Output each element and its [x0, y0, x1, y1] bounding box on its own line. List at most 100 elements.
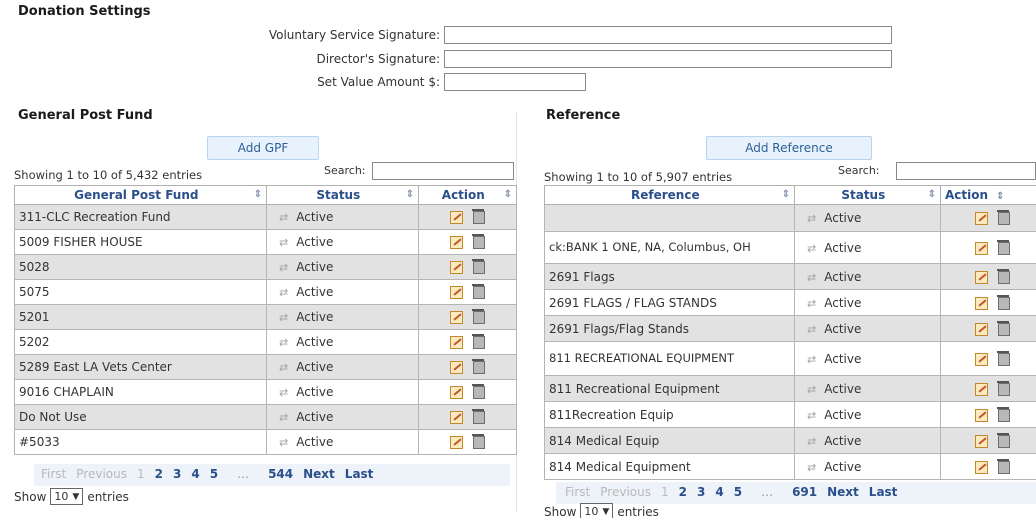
edit-icon[interactable]	[975, 382, 988, 396]
ref-col-name[interactable]: Reference ⇕	[544, 185, 795, 205]
pager-page-3[interactable]: 3	[168, 467, 186, 481]
gpf-col-name[interactable]: General Post Fund ⇕	[14, 185, 267, 205]
edit-icon[interactable]	[450, 336, 463, 349]
swap-arrow-icon[interactable]: ⇄	[279, 311, 288, 324]
swap-arrow-icon[interactable]: ⇄	[279, 211, 288, 224]
pager-page-4[interactable]: 4	[710, 485, 728, 499]
trash-icon[interactable]	[472, 334, 485, 349]
pager-last-page[interactable]: 544	[263, 467, 298, 481]
swap-arrow-icon[interactable]: ⇄	[807, 353, 816, 366]
ref-col-action[interactable]: Action ⇕	[940, 185, 1036, 205]
trash-icon[interactable]	[472, 209, 485, 224]
pager-previous[interactable]: Previous	[595, 485, 656, 499]
pager-page-1[interactable]: 1	[132, 467, 150, 481]
edit-icon[interactable]	[450, 311, 463, 324]
pager-next[interactable]: Next	[298, 467, 340, 481]
pager-next[interactable]: Next	[822, 485, 864, 499]
pager-last-page[interactable]: 691	[787, 485, 822, 499]
swap-arrow-icon[interactable]: ⇄	[279, 361, 288, 374]
swap-arrow-icon[interactable]: ⇄	[807, 383, 816, 396]
edit-icon[interactable]	[450, 436, 463, 449]
pager-previous[interactable]: Previous	[71, 467, 132, 481]
pager-page-3[interactable]: 3	[692, 485, 710, 499]
edit-icon[interactable]	[450, 236, 463, 249]
swap-arrow-icon[interactable]: ⇄	[807, 435, 816, 448]
swap-arrow-icon[interactable]: ⇄	[279, 411, 288, 424]
swap-arrow-icon[interactable]: ⇄	[279, 236, 288, 249]
edit-icon[interactable]	[975, 241, 988, 255]
length-select[interactable]: 10 ▼	[580, 503, 614, 518]
gpf-col-action[interactable]: Action ⇕	[418, 185, 517, 205]
swap-arrow-icon[interactable]: ⇄	[279, 261, 288, 274]
edit-icon[interactable]	[975, 434, 988, 448]
trash-icon[interactable]	[997, 294, 1010, 310]
trash-icon[interactable]	[472, 384, 485, 399]
swap-arrow-icon[interactable]: ⇄	[807, 271, 816, 284]
add-gpf-button[interactable]: Add GPF	[207, 136, 319, 160]
pager-page-2[interactable]: 2	[674, 485, 692, 499]
pager-page-4[interactable]: 4	[186, 467, 204, 481]
trash-icon[interactable]	[472, 259, 485, 274]
row-actions	[418, 354, 517, 380]
gpf-col-action-label: Action	[441, 188, 485, 202]
trash-icon[interactable]	[997, 432, 1010, 448]
pager-first[interactable]: First	[560, 485, 595, 499]
swap-arrow-icon[interactable]: ⇄	[279, 386, 288, 399]
length-select[interactable]: 10 ▼	[50, 488, 84, 505]
trash-icon[interactable]	[997, 458, 1010, 474]
value-amount-input[interactable]	[444, 73, 586, 91]
ref-col-status[interactable]: Status ⇕	[794, 185, 941, 205]
trash-icon[interactable]	[472, 359, 485, 374]
trash-icon[interactable]	[997, 239, 1010, 255]
edit-icon[interactable]	[450, 386, 463, 399]
trash-icon[interactable]	[472, 409, 485, 424]
swap-arrow-icon[interactable]: ⇄	[807, 297, 816, 310]
swap-arrow-icon[interactable]: ⇄	[807, 461, 816, 474]
gpf-col-status[interactable]: Status ⇕	[266, 185, 419, 205]
edit-icon[interactable]	[975, 270, 988, 284]
edit-icon[interactable]	[450, 411, 463, 424]
pager-page-2[interactable]: 2	[150, 467, 168, 481]
edit-icon[interactable]	[450, 211, 463, 224]
swap-arrow-icon[interactable]: ⇄	[807, 409, 816, 422]
trash-icon[interactable]	[472, 234, 485, 249]
trash-icon[interactable]	[997, 210, 1010, 225]
trash-icon[interactable]	[997, 350, 1010, 366]
pager-last[interactable]: Last	[340, 467, 379, 481]
swap-arrow-icon[interactable]: ⇄	[807, 212, 816, 225]
edit-icon[interactable]	[975, 296, 988, 310]
value-label: Set Value Amount $:	[317, 75, 440, 89]
director-signature-input[interactable]	[444, 50, 892, 68]
pager-last[interactable]: Last	[864, 485, 903, 499]
ref-search-input[interactable]	[896, 162, 1036, 180]
swap-arrow-icon[interactable]: ⇄	[807, 242, 816, 255]
swap-arrow-icon[interactable]: ⇄	[279, 336, 288, 349]
voluntary-signature-input[interactable]	[444, 26, 892, 44]
pager-page-1[interactable]: 1	[656, 485, 674, 499]
edit-icon[interactable]	[450, 361, 463, 374]
add-reference-button[interactable]: Add Reference	[706, 136, 872, 160]
swap-arrow-icon[interactable]: ⇄	[279, 436, 288, 449]
table-row: 814 Medical Equipment ⇄ Active	[544, 453, 1036, 480]
edit-icon[interactable]	[975, 460, 988, 474]
voluntary-row: Voluntary Service Signature:	[200, 26, 892, 44]
edit-icon[interactable]	[450, 261, 463, 274]
swap-arrow-icon[interactable]: ⇄	[279, 286, 288, 299]
edit-icon[interactable]	[975, 352, 988, 366]
trash-icon[interactable]	[997, 268, 1010, 284]
swap-arrow-icon[interactable]: ⇄	[807, 323, 816, 336]
edit-icon[interactable]	[975, 408, 988, 422]
trash-icon[interactable]	[472, 309, 485, 324]
edit-icon[interactable]	[975, 212, 988, 225]
trash-icon[interactable]	[997, 406, 1010, 422]
trash-icon[interactable]	[472, 284, 485, 299]
trash-icon[interactable]	[997, 320, 1010, 336]
pager-page-5[interactable]: 5	[205, 467, 223, 481]
gpf-search-input[interactable]	[372, 162, 514, 180]
edit-icon[interactable]	[975, 322, 988, 336]
pager-first[interactable]: First	[36, 467, 71, 481]
trash-icon[interactable]	[472, 434, 485, 449]
pager-page-5[interactable]: 5	[729, 485, 747, 499]
trash-icon[interactable]	[997, 380, 1010, 396]
edit-icon[interactable]	[450, 286, 463, 299]
